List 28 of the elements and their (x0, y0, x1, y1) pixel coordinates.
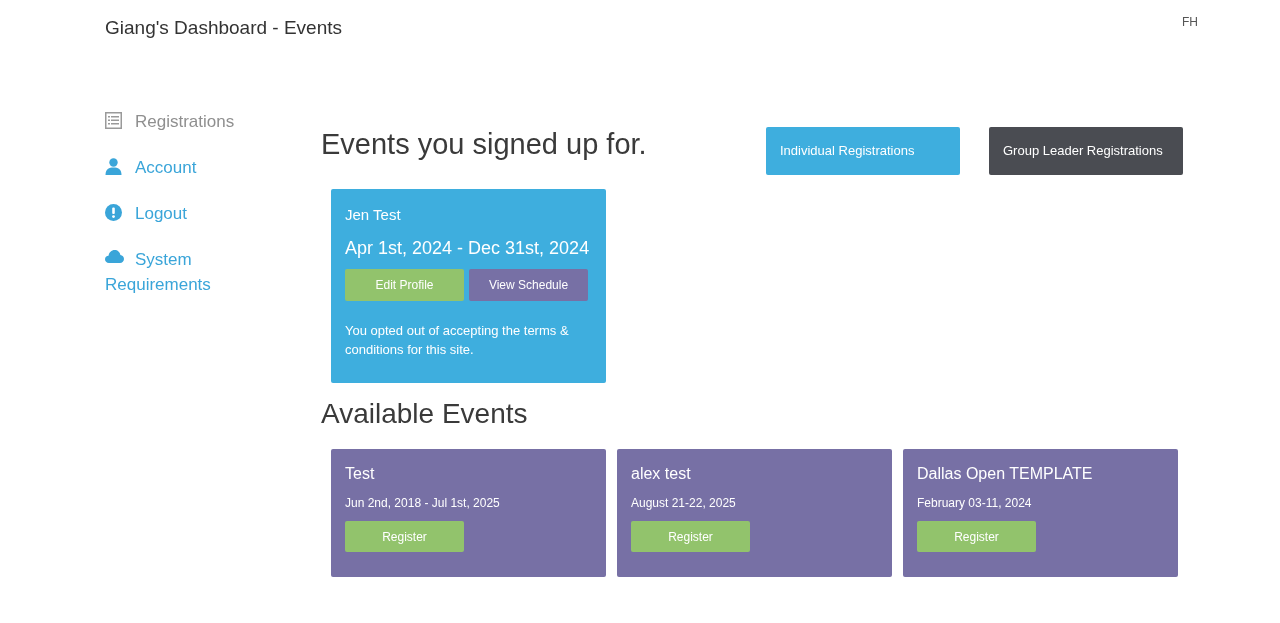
register-button[interactable]: Register (917, 521, 1036, 552)
register-button[interactable]: Register (631, 521, 750, 552)
page-title: Giang's Dashboard - Events (105, 16, 343, 40)
section-heading: Available Events (321, 397, 529, 431)
registrations-tab-button[interactable]: Group Leader Registrations (989, 127, 1183, 175)
cloud-icon (105, 250, 124, 263)
event-dates: Jun 2nd, 2018 - Jul 1st, 2025 (345, 495, 501, 511)
sidebar-link[interactable]: Account (105, 155, 245, 180)
sidebar-link[interactable]: Logout (105, 201, 245, 226)
event-name: Jen Test (345, 205, 402, 225)
sidebar-link[interactable]: Registrations (105, 109, 245, 134)
edit-profile-button[interactable]: Edit Profile (345, 269, 464, 301)
view-schedule-button[interactable]: View Schedule (469, 269, 588, 301)
terms-note: You opted out of accepting the terms & conditions for this site. (345, 322, 570, 359)
event-dates: February 03-11, 2024 (917, 495, 1033, 511)
user-initials[interactable]: FH (1182, 15, 1198, 29)
event-name: Dallas Open TEMPLATE (917, 464, 1094, 484)
list-icon (105, 112, 122, 129)
event-name: alex test (631, 464, 692, 484)
event-name: Test (345, 464, 376, 484)
user-icon (105, 158, 122, 175)
register-button[interactable]: Register (345, 521, 464, 552)
section-heading: Events you signed up for. (321, 127, 647, 162)
exclamation-circle-icon (105, 204, 122, 221)
event-dates: Apr 1st, 2024 - Dec 31st, 2024 (345, 237, 591, 260)
event-dates: August 21-22, 2025 (631, 495, 737, 511)
registrations-tab-button[interactable]: Individual Registrations (766, 127, 960, 175)
sidebar-link[interactable]: System Requirements (105, 247, 245, 297)
